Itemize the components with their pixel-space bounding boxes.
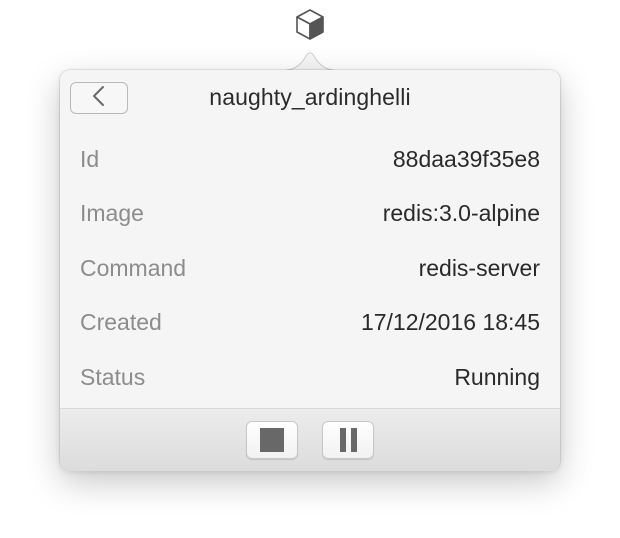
pause-button[interactable] — [322, 421, 374, 459]
detail-row-id: Id 88daa39f35e8 — [80, 132, 540, 187]
detail-row-command: Command redis-server — [80, 241, 540, 296]
detail-value: redis-server — [418, 254, 540, 281]
details-list: Id 88daa39f35e8 Image redis:3.0-alpine C… — [80, 132, 540, 405]
container-details-popover: naughty_ardinghelli Id 88daa39f35e8 Imag… — [60, 70, 560, 471]
detail-label: Created — [80, 309, 162, 336]
status-value: Running — [454, 363, 540, 390]
detail-row-status: Status Running — [80, 350, 540, 405]
container-name: naughty_ardinghelli — [209, 84, 411, 110]
stop-icon — [260, 428, 284, 452]
detail-label: Id — [80, 145, 100, 172]
controls-bar — [60, 408, 560, 471]
detail-label: Command — [80, 254, 187, 281]
popover-header: naughty_ardinghelli — [60, 70, 560, 128]
detail-value: 88daa39f35e8 — [392, 145, 540, 172]
detail-label: Image — [80, 200, 144, 227]
pause-icon — [339, 428, 357, 452]
detail-label: Status — [80, 363, 146, 390]
detail-row-created: Created 17/12/2016 18:45 — [80, 296, 540, 351]
cube-icon[interactable] — [292, 6, 328, 42]
back-button[interactable] — [70, 82, 128, 114]
stop-button[interactable] — [246, 421, 298, 459]
chevron-left-icon — [91, 85, 107, 112]
popover-arrow — [277, 50, 343, 72]
detail-value: redis:3.0-alpine — [382, 200, 540, 227]
detail-value: 17/12/2016 18:45 — [360, 309, 540, 336]
detail-row-image: Image redis:3.0-alpine — [80, 187, 540, 242]
